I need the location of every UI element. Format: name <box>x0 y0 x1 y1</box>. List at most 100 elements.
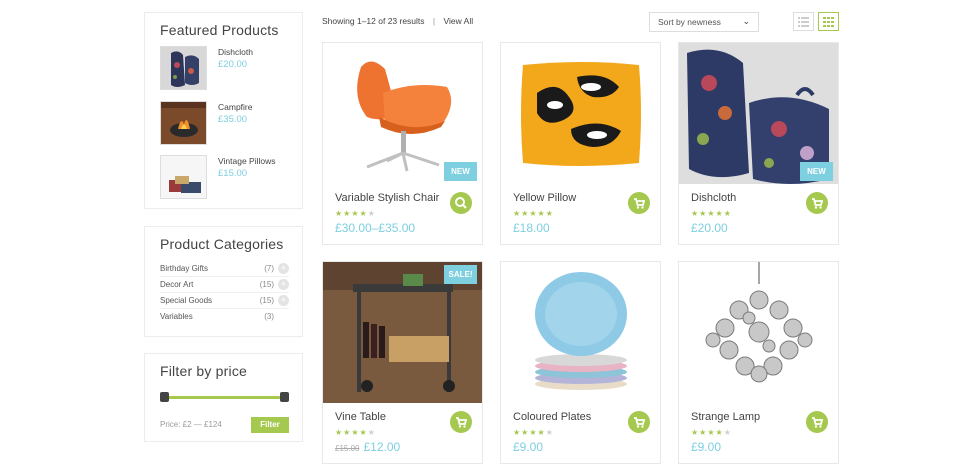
product-name[interactable]: Strange Lamp <box>691 411 760 423</box>
star-icon: ★ <box>715 428 724 437</box>
star-icon: ★ <box>351 209 360 218</box>
new-badge: NEW <box>800 162 833 181</box>
price-filter-title: Filter by price <box>160 363 248 379</box>
star-icon: ★ <box>351 428 360 437</box>
price-min-handle[interactable] <box>160 392 169 402</box>
quick-view-button[interactable] <box>450 192 472 214</box>
expand-plus-icon[interactable]: + <box>278 295 289 306</box>
new-badge: NEW <box>444 162 477 181</box>
add-to-cart-button[interactable] <box>806 411 828 433</box>
featured-item-vintage-pillows[interactable]: Vintage Pillows £15.00 <box>160 155 295 201</box>
star-icon: ★ <box>707 209 716 218</box>
product-card-vine-table[interactable]: SALE! Vine Table ★★★★★ £15.00 £12.00 <box>322 261 483 464</box>
add-to-cart-button[interactable] <box>450 411 472 433</box>
star-icon: ★ <box>545 428 554 437</box>
featured-item-name[interactable]: Campfire <box>218 102 252 112</box>
sale-price: £12.00 <box>363 440 401 454</box>
product-card-dishcloth[interactable]: NEW Dishcloth ★★★★★ £20.00 <box>678 42 839 245</box>
dishcloth-thumbnail[interactable] <box>160 46 207 90</box>
chevron-down-icon: ⌄ <box>742 16 750 26</box>
product-categories-title: Product Categories <box>160 236 284 252</box>
star-rating: ★★★★★ <box>513 209 554 218</box>
product-image[interactable] <box>679 262 838 403</box>
sort-selected-value: Sort by newness <box>658 17 721 27</box>
product-name[interactable]: Yellow Pillow <box>513 192 576 204</box>
cart-icon <box>634 417 646 428</box>
product-name[interactable]: Coloured Plates <box>513 411 591 423</box>
category-count: (15) <box>259 296 274 305</box>
category-item-special-goods[interactable]: Special Goods (15) + <box>160 293 289 309</box>
category-count: (7) <box>264 264 274 273</box>
list-view-button[interactable] <box>793 12 814 31</box>
campfire-thumbnail[interactable] <box>160 101 207 145</box>
filter-button[interactable]: Filter <box>251 417 289 433</box>
grid-view-button[interactable] <box>818 12 839 31</box>
product-card-variable-stylish-chair[interactable]: NEW Variable Stylish Chair ★★★★★ £30.00–… <box>322 42 483 245</box>
star-icon: ★ <box>691 428 700 437</box>
star-icon: ★ <box>715 209 724 218</box>
product-categories-widget: Product Categories Birthday Gifts (7) + … <box>144 226 303 337</box>
vintage-pillows-thumbnail[interactable] <box>160 155 207 199</box>
product-image[interactable] <box>501 43 660 184</box>
view-all-link[interactable]: View All <box>444 16 474 26</box>
star-icon: ★ <box>335 428 344 437</box>
category-count: (15) <box>259 280 274 289</box>
featured-item-name[interactable]: Dishcloth <box>218 47 253 57</box>
original-price: £15.00 <box>335 444 360 453</box>
star-rating: ★★★★★ <box>335 209 376 218</box>
featured-products-widget: Featured Products Dishcloth £20.00 Campf… <box>144 12 303 209</box>
grid-view-icon <box>823 17 834 27</box>
star-icon: ★ <box>513 209 522 218</box>
cart-icon <box>812 417 824 428</box>
category-name[interactable]: Birthday Gifts <box>160 264 208 273</box>
cart-icon <box>456 417 468 428</box>
product-name[interactable]: Variable Stylish Chair <box>335 192 439 204</box>
star-icon: ★ <box>335 209 344 218</box>
product-card-strange-lamp[interactable]: Strange Lamp ★★★★★ £9.00 <box>678 261 839 464</box>
expand-plus-icon[interactable]: + <box>278 279 289 290</box>
product-price: £30.00–£35.00 <box>335 221 416 235</box>
product-card-yellow-pillow[interactable]: Yellow Pillow ★★★★★ £18.00 <box>500 42 661 245</box>
star-icon: ★ <box>707 428 716 437</box>
product-price: £18.00 <box>513 221 550 235</box>
category-name[interactable]: Special Goods <box>160 296 212 305</box>
cart-icon <box>812 198 824 209</box>
category-name[interactable]: Decor Art <box>160 280 193 289</box>
category-count: (3) <box>264 312 274 321</box>
category-item-decor-art[interactable]: Decor Art (15) + <box>160 277 289 293</box>
featured-item-price: £15.00 <box>218 168 248 179</box>
expand-plus-icon[interactable]: + <box>278 263 289 274</box>
price-max-handle[interactable] <box>280 392 289 402</box>
star-icon: ★ <box>723 209 732 218</box>
featured-products-title: Featured Products <box>160 22 279 38</box>
star-rating: ★★★★★ <box>691 209 732 218</box>
star-icon: ★ <box>513 428 522 437</box>
star-icon: ★ <box>545 209 554 218</box>
featured-item-name[interactable]: Vintage Pillows <box>218 156 276 166</box>
add-to-cart-button[interactable] <box>628 192 650 214</box>
product-name[interactable]: Dishcloth <box>691 192 736 204</box>
price-range-slider[interactable] <box>164 396 285 399</box>
featured-item-price: £20.00 <box>218 59 248 70</box>
product-image[interactable] <box>501 262 660 403</box>
category-item-birthday-gifts[interactable]: Birthday Gifts (7) + <box>160 261 289 277</box>
category-name[interactable]: Variables <box>160 312 193 321</box>
product-name[interactable]: Vine Table <box>335 411 386 423</box>
product-card-coloured-plates[interactable]: Coloured Plates ★★★★★ £9.00 <box>500 261 661 464</box>
category-item-variables[interactable]: Variables (3) <box>160 309 289 325</box>
sort-dropdown[interactable]: Sort by newness ⌄ <box>649 12 759 32</box>
result-count-bar: Showing 1–12 of 23 results | View All <box>322 16 473 26</box>
cart-icon <box>634 198 646 209</box>
result-count-text: Showing 1–12 of 23 results <box>322 16 425 26</box>
featured-item-price: £35.00 <box>218 114 248 125</box>
add-to-cart-button[interactable] <box>628 411 650 433</box>
star-icon: ★ <box>691 209 700 218</box>
star-icon: ★ <box>529 209 538 218</box>
product-price: £15.00 £12.00 <box>335 440 400 454</box>
add-to-cart-button[interactable] <box>806 192 828 214</box>
featured-item-campfire[interactable]: Campfire £35.00 <box>160 101 295 147</box>
featured-item-dishcloth[interactable]: Dishcloth £20.00 <box>160 46 295 92</box>
star-rating: ★★★★★ <box>513 428 554 437</box>
product-price: £20.00 <box>691 221 728 235</box>
star-rating: ★★★★★ <box>335 428 376 437</box>
